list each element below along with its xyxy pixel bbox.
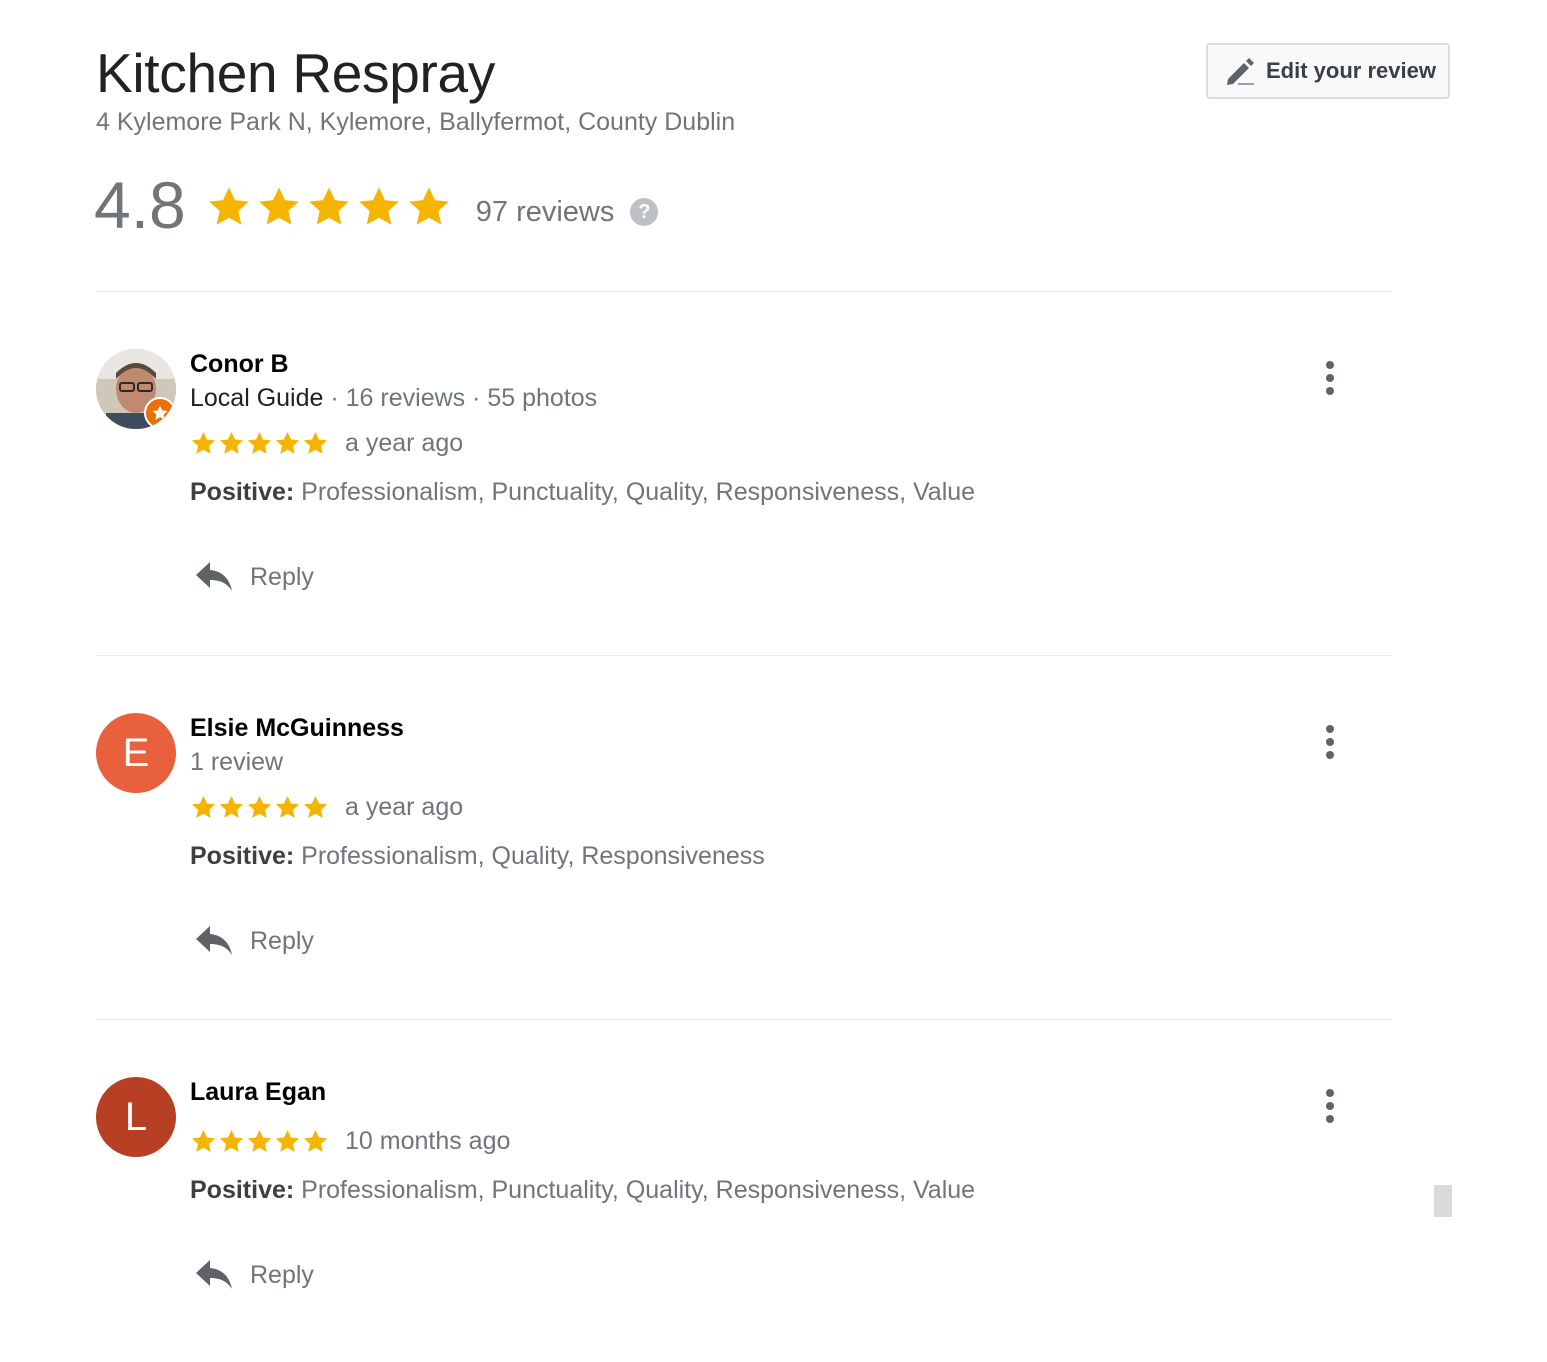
star-icon <box>256 184 302 230</box>
review-time: 10 months ago <box>345 1127 511 1155</box>
reviewer-counts: · 16 reviews · 55 photos <box>323 384 598 412</box>
positive-label: Positive: <box>190 842 295 870</box>
reviewer-name[interactable]: Elsie McGuinness <box>190 713 404 743</box>
star-icon <box>218 430 245 457</box>
star-icon <box>274 430 301 457</box>
edit-review-button[interactable]: Edit your review <box>1206 43 1450 99</box>
review-positive: Positive: Professionalism, Quality, Resp… <box>190 841 765 871</box>
star-icon <box>306 184 352 230</box>
divider <box>96 291 1392 292</box>
star-icon <box>206 184 252 230</box>
avatar-letter: L <box>124 1094 148 1139</box>
rating-summary: 4.8 97 reviews ? <box>94 165 659 245</box>
reply-button[interactable]: Reply <box>194 560 314 594</box>
star-icon <box>246 794 273 821</box>
positive-text: Professionalism, Punctuality, Quality, R… <box>294 478 976 506</box>
reply-icon <box>194 1258 234 1292</box>
star-icon <box>246 1128 273 1155</box>
reviewer-meta: Local Guide · 16 reviews · 55 photos <box>190 383 597 413</box>
reply-label: Reply <box>250 1260 314 1289</box>
place-address: 4 Kylemore Park N, Kylemore, Ballyfermot… <box>96 108 736 136</box>
review-positive: Positive: Professionalism, Punctuality, … <box>190 1175 975 1205</box>
star-icon <box>356 184 402 230</box>
review-time: a year ago <box>345 429 464 457</box>
star-icon <box>218 1128 245 1155</box>
positive-label: Positive: <box>190 478 295 506</box>
avatar[interactable] <box>96 349 176 429</box>
review-positive: Positive: Professionalism, Punctuality, … <box>190 477 975 507</box>
star-icon <box>274 1128 301 1155</box>
positive-label: Positive: <box>190 1176 295 1204</box>
star-icon <box>274 794 301 821</box>
rating-value: 4.8 <box>94 168 186 242</box>
star-icon <box>246 430 273 457</box>
divider <box>96 1019 1392 1020</box>
place-title: Kitchen Respray <box>96 42 496 104</box>
review-stars <box>190 430 329 457</box>
star-icon <box>302 794 329 821</box>
star-icon <box>190 1128 217 1155</box>
review-stars <box>190 1128 329 1155</box>
star-icon <box>302 430 329 457</box>
edit-review-label: Edit your review <box>1266 58 1436 83</box>
local-guide-badge-icon <box>144 397 176 429</box>
star-icon <box>218 794 245 821</box>
reply-icon <box>194 560 234 594</box>
reviews-count[interactable]: 97 reviews <box>476 196 615 229</box>
reply-label: Reply <box>250 926 314 955</box>
avatar[interactable]: L <box>96 1077 176 1157</box>
more-options-icon[interactable] <box>1318 1089 1342 1123</box>
reply-label: Reply <box>250 562 314 591</box>
star-icon <box>190 430 217 457</box>
review-rating-row: a year ago <box>190 429 463 458</box>
reviewer-name[interactable]: Conor B <box>190 349 289 379</box>
reply-icon <box>194 924 234 958</box>
local-guide-label: Local Guide <box>190 384 324 412</box>
more-options-icon[interactable] <box>1318 361 1342 395</box>
review-stars <box>190 794 329 821</box>
star-icon <box>190 794 217 821</box>
scrollbar-thumb[interactable] <box>1434 1185 1452 1217</box>
star-icon <box>302 1128 329 1155</box>
reviewer-name[interactable]: Laura Egan <box>190 1077 326 1107</box>
positive-text: Professionalism, Punctuality, Quality, R… <box>294 1176 976 1204</box>
pencil-icon <box>1227 58 1254 85</box>
review-rating-row: a year ago <box>190 793 463 822</box>
reply-button[interactable]: Reply <box>194 924 314 958</box>
review-time: a year ago <box>345 793 464 821</box>
divider <box>96 655 1392 656</box>
avatar-letter: E <box>122 730 150 775</box>
help-icon[interactable]: ? <box>630 198 659 226</box>
summary-stars <box>206 184 452 230</box>
avatar[interactable]: E <box>96 713 176 793</box>
star-icon <box>406 184 452 230</box>
more-options-icon[interactable] <box>1318 725 1342 759</box>
reply-button[interactable]: Reply <box>194 1258 314 1292</box>
reviewer-meta: 1 review <box>190 748 284 776</box>
review-rating-row: 10 months ago <box>190 1127 510 1156</box>
reviews-panel: Kitchen Respray 4 Kylemore Park N, Kylem… <box>0 0 1547 1362</box>
positive-text: Professionalism, Quality, Responsiveness <box>294 842 765 870</box>
